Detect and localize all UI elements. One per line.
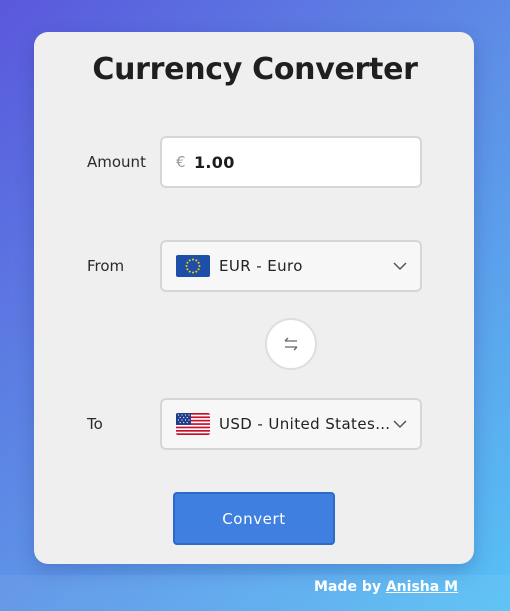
from-currency-text: EUR - Euro [219, 257, 303, 275]
euro-symbol: € [176, 153, 186, 171]
chevron-down-icon[interactable] [392, 416, 408, 432]
convert-button[interactable]: Convert [173, 492, 335, 545]
amount-label: Amount [87, 153, 146, 171]
to-currency-select[interactable]: USD - United States Dollar [160, 398, 422, 450]
amount-value[interactable]: 1.00 [194, 153, 235, 172]
converter-card [34, 32, 474, 564]
footer-credit: Made by Anisha M [314, 579, 458, 595]
chevron-down-icon[interactable] [392, 258, 408, 274]
author-link[interactable]: Anisha M [386, 579, 458, 595]
amount-input[interactable]: € 1.00 [160, 136, 422, 188]
eu-flag-icon [176, 255, 210, 277]
to-label: To [87, 415, 103, 433]
to-currency-text: USD - United States Dollar [219, 415, 395, 433]
us-flag-icon [176, 413, 210, 435]
from-currency-select[interactable]: EUR - Euro [160, 240, 422, 292]
from-label: From [87, 257, 125, 275]
swap-button[interactable] [265, 318, 317, 370]
credit-prefix: Made by [314, 579, 381, 595]
swap-arrows-icon [284, 337, 298, 351]
page-title: Currency Converter [92, 52, 418, 87]
